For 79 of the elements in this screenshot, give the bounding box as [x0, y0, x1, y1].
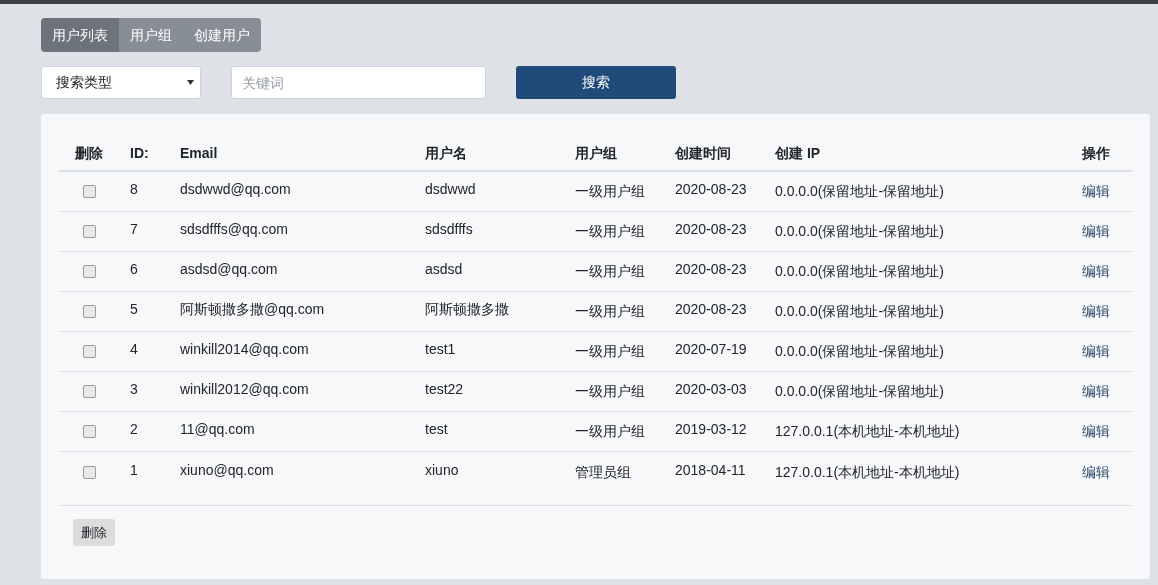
- table-cell: 0.0.0.0(保留地址-保留地址): [775, 343, 944, 359]
- edit-link[interactable]: 编辑: [1082, 423, 1110, 439]
- row-checkbox[interactable]: [83, 425, 96, 438]
- row-checkbox[interactable]: [83, 345, 96, 358]
- column-header: 删除: [75, 144, 103, 161]
- edit-link[interactable]: 编辑: [1082, 383, 1110, 399]
- table-cell: 3: [130, 381, 138, 397]
- table-cell: dsdwwd: [425, 181, 476, 197]
- table-cell: 0.0.0.0(保留地址-保留地址): [775, 383, 944, 399]
- table-cell: winkill2012@qq.com: [180, 381, 309, 397]
- column-header: Email: [180, 144, 218, 161]
- table-cell: 0.0.0.0(保留地址-保留地址): [775, 303, 944, 319]
- table-cell: 127.0.0.1(本机地址-本机地址): [775, 423, 960, 439]
- table-cell: 11@qq.com: [180, 421, 255, 437]
- table-cell: xiuno@qq.com: [180, 461, 274, 478]
- row-checkbox[interactable]: [83, 465, 96, 479]
- column-header: 操作: [1082, 144, 1110, 161]
- table-cell: 一级用户组: [575, 223, 645, 239]
- table-cell: sdsdfffs@qq.com: [180, 221, 288, 237]
- column-header: 创建时间: [675, 144, 731, 161]
- table-cell: 4: [130, 341, 138, 357]
- table-cell: 5: [130, 301, 138, 317]
- table-cell: 一级用户组: [575, 263, 645, 279]
- table-cell: 127.0.0.1(本机地址-本机地址): [775, 463, 960, 480]
- search-button[interactable]: 搜索: [516, 66, 676, 99]
- edit-link[interactable]: 编辑: [1082, 303, 1110, 319]
- table-cell: 一级用户组: [575, 183, 645, 199]
- table-cell: 2020-07-19: [675, 341, 747, 357]
- table-cell: 2020-08-23: [675, 181, 747, 197]
- row-checkbox[interactable]: [83, 225, 96, 238]
- row-checkbox[interactable]: [83, 185, 96, 198]
- column-header: 用户组: [575, 144, 617, 161]
- edit-link[interactable]: 编辑: [1082, 263, 1110, 279]
- table-cell: 2020-03-03: [675, 381, 747, 397]
- table-cell: asdsd: [425, 261, 463, 277]
- column-header: ID:: [130, 144, 149, 161]
- table-cell: 一级用户组: [575, 383, 645, 399]
- delete-button[interactable]: 删除: [73, 519, 115, 546]
- table-cell: winkill2014@qq.com: [180, 341, 309, 357]
- table-cell: test22: [425, 381, 464, 397]
- table-cell: 阿斯顿撒多撒: [425, 301, 509, 317]
- table-cell: test1: [425, 341, 456, 357]
- edit-link[interactable]: 编辑: [1082, 463, 1110, 480]
- table-cell: 2020-08-23: [675, 221, 747, 237]
- edit-link[interactable]: 编辑: [1082, 223, 1110, 239]
- keyword-input-field[interactable]: 关键词: [231, 66, 486, 99]
- table-cell: 7: [130, 221, 138, 237]
- dropdown-caret-icon: [187, 80, 194, 85]
- table-cell: 管理员组: [575, 463, 631, 480]
- row-checkbox[interactable]: [83, 265, 96, 278]
- table-cell: 一级用户组: [575, 343, 645, 359]
- row-checkbox[interactable]: [83, 385, 96, 398]
- table-cell: 0.0.0.0(保留地址-保留地址): [775, 223, 944, 239]
- table-cell: 2020-08-23: [675, 301, 747, 317]
- table-cell: 2020-08-23: [675, 261, 747, 277]
- tab[interactable]: 用户列表: [41, 18, 119, 52]
- table-cell: asdsd@qq.com: [180, 261, 278, 277]
- table-cell: 一级用户组: [575, 303, 645, 319]
- search-type-select[interactable]: 搜索类型: [41, 66, 201, 99]
- column-header: 创建 IP: [775, 144, 821, 161]
- row-checkbox[interactable]: [83, 305, 96, 318]
- table-cell: 1: [130, 461, 138, 478]
- column-header: 用户名: [425, 144, 467, 161]
- table-cell: 2018-04-11: [675, 461, 746, 478]
- table-cell: sdsdfffs: [425, 221, 473, 237]
- table-cell: 一级用户组: [575, 423, 645, 439]
- table-cell: 2: [130, 421, 138, 437]
- table-cell: 8: [130, 181, 138, 197]
- table-cell: test: [425, 421, 448, 437]
- table-cell: 0.0.0.0(保留地址-保留地址): [775, 183, 944, 199]
- table-cell: 0.0.0.0(保留地址-保留地址): [775, 263, 944, 279]
- table-cell: 阿斯顿撒多撒@qq.com: [180, 301, 325, 317]
- table-cell: dsdwwd@qq.com: [180, 181, 291, 197]
- select-value: 搜索类型: [56, 73, 112, 92]
- edit-link[interactable]: 编辑: [1082, 343, 1110, 359]
- table-cell: 2019-03-12: [675, 421, 747, 437]
- edit-link[interactable]: 编辑: [1082, 183, 1110, 199]
- table-cell: 6: [130, 261, 138, 277]
- table-cell: xiuno: [425, 461, 459, 478]
